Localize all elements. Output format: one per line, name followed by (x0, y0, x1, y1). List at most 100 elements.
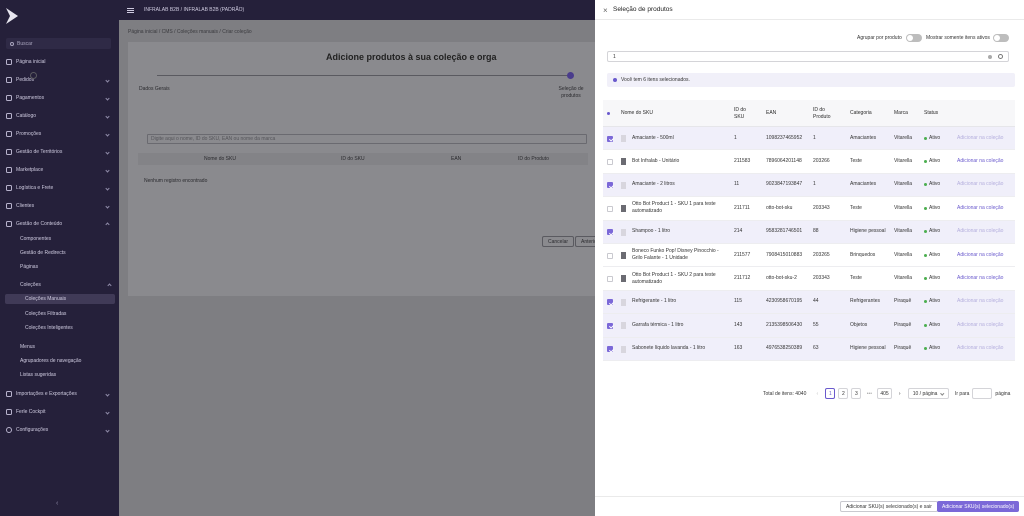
add-to-collection-link[interactable]: Adicionar na coleção (957, 197, 1003, 219)
sidebar-sub-label: Componentes (20, 236, 52, 242)
row-checkbox[interactable] (607, 276, 613, 283)
row-checkbox[interactable] (607, 322, 613, 329)
sidebar-item-logistics[interactable]: Logística e Frete (6, 182, 113, 194)
add-to-collection-link[interactable]: Adicionar na coleção (957, 244, 1003, 266)
sidebar-item-orders[interactable]: Pedidos (6, 74, 113, 86)
cart-icon (6, 77, 12, 83)
page-3-button[interactable]: 3 (851, 388, 862, 399)
add-selected-button[interactable]: Adicionar SKU(s) selecionado(s) (937, 501, 1020, 512)
cell-name: Otto Bot Product 1 - SKU 1 para teste au… (632, 201, 716, 215)
page-size-select[interactable]: 10 / página (907, 388, 949, 399)
table-row[interactable]: Otto Bot Product 1 - SKU 2 para teste au… (603, 267, 1015, 291)
table-row[interactable]: Garrafa térmica - 1 litro 143 213539850643… (603, 314, 1015, 338)
sidebar-sub-components[interactable]: Componentes (20, 234, 115, 244)
table-row[interactable]: Bot Infralab - Unitário 211583 78960642011… (603, 150, 1015, 174)
row-checkbox[interactable] (607, 229, 613, 236)
sidebar-sub-filtered-collections[interactable]: Coleções Filtradas (25, 309, 115, 319)
row-checkbox[interactable] (607, 252, 613, 259)
active-only-toggle[interactable] (993, 34, 1009, 42)
brand-logo[interactable] (6, 8, 18, 24)
row-checkbox[interactable] (607, 135, 613, 142)
select-all-indicator[interactable] (607, 100, 610, 127)
table-row[interactable]: Sabonete líquido lavanda - 1 litro 163 497… (603, 337, 1015, 361)
add-to-collection-link[interactable]: Adicionar na coleção (957, 338, 1003, 360)
drawer-footer-divider (595, 496, 1024, 497)
sidebar-item-label: Gestão de Conteúdo (16, 221, 63, 227)
page-ellipsis[interactable]: ••• (864, 388, 874, 399)
cell-ean: 9023847193847 (766, 181, 803, 188)
cell-sku-id: 214 (734, 228, 743, 235)
row-checkbox[interactable] (607, 346, 613, 353)
cell-product-id: 44 (813, 298, 819, 305)
close-icon[interactable]: × (603, 6, 608, 15)
sidebar-item-settings[interactable]: Configurações (6, 424, 113, 436)
row-checkbox[interactable] (607, 182, 613, 189)
sidebar-item-catalog[interactable]: Catálogo (6, 110, 113, 122)
search-icon[interactable] (998, 54, 1003, 59)
sidebar-sub-menus[interactable]: Menus (20, 342, 115, 352)
page-title: Adicione produtos à sua coleção e orga (326, 52, 497, 62)
sidebar-sub-label: Coleções Manuais (25, 296, 67, 302)
sidebar-search[interactable]: Buscar (6, 38, 111, 49)
chevron-down-icon (105, 427, 110, 433)
table-row[interactable]: Otto Bot Product 1 - SKU 1 para teste au… (603, 197, 1015, 221)
page-2-button[interactable]: 2 (838, 388, 849, 399)
store-selector[interactable]: INFRALAB B2B / INFRALAB B2B (PADRÃO) (144, 7, 244, 13)
prev-page-icon[interactable]: ‹ (812, 388, 822, 399)
sidebar-item-home[interactable]: Página inicial (6, 56, 113, 68)
add-selected-and-exit-button[interactable]: Adicionar SKU(s) selecionado(s) e sair (840, 501, 938, 512)
table-row[interactable]: Amaciante - 500ml 1 1098237465952 1 Amaciant… (603, 127, 1015, 151)
sidebar-item-promotions[interactable]: Promoções (6, 128, 113, 140)
sidebar-sub-smart-collections[interactable]: Coleções Inteligentes (25, 323, 115, 333)
add-to-collection-link[interactable]: Adicionar na coleção (957, 314, 1003, 336)
cell-product-id: 1 (813, 181, 816, 188)
cell-sku-id: 211583 (734, 158, 751, 165)
cell-category: Refrigerantes (850, 298, 881, 305)
chevron-down-icon (105, 113, 110, 119)
add-to-collection-link[interactable]: Adicionar na coleção (957, 127, 1003, 149)
next-page-icon[interactable]: › (895, 388, 905, 399)
sidebar-item-territories[interactable]: Gestão de Territórios (6, 146, 113, 158)
page-last-button[interactable]: 405 (877, 388, 892, 399)
collapse-sidebar-icon[interactable]: ‹ (56, 500, 58, 507)
sidebar-item-marketplace[interactable]: Marketplace (6, 164, 113, 176)
status-text: Ativo (929, 181, 941, 188)
sidebar-sub-pages[interactable]: Páginas (20, 262, 115, 272)
sidebar-item-content[interactable]: Gestão de Conteúdo (6, 218, 113, 230)
table-row[interactable]: Shampoo - 1 litro 214 9583281746501 88 Higie… (603, 220, 1015, 244)
goto-page-input[interactable] (972, 388, 993, 399)
add-to-collection-link[interactable]: Adicionar na coleção (957, 174, 1003, 196)
add-to-collection-link[interactable]: Adicionar na coleção (957, 221, 1003, 243)
sidebar-sub-suggested-lists[interactable]: Listas sugeridas (20, 370, 115, 380)
sidebar-sub-nav-groups[interactable]: Agrupadores de navegação (20, 356, 115, 366)
clear-icon[interactable] (988, 55, 992, 59)
add-to-collection-link[interactable]: Adicionar na coleção (957, 291, 1003, 313)
sidebar-sub-collections[interactable]: Coleções (20, 280, 115, 290)
row-checkbox[interactable] (607, 205, 613, 212)
add-to-collection-link[interactable]: Adicionar na coleção (957, 150, 1003, 172)
table-row[interactable]: Refrigerante - 1 litro 115 4230958670195 44… (603, 290, 1015, 315)
cell-ean: otto-bot-sku (766, 204, 793, 211)
sidebar-sub-manual-collections[interactable]: Coleções Manuais (5, 294, 115, 304)
sidebar-item-label: Promoções (16, 131, 42, 137)
group-by-product-toggle[interactable] (906, 34, 922, 42)
add-to-collection-link[interactable]: Adicionar na coleção (957, 267, 1003, 289)
table-row[interactable]: Boneco Funko Pop! Disney Pinocchio - Gri… (603, 244, 1015, 268)
status-text: Ativo (929, 228, 941, 235)
sidebar-sub-redirects[interactable]: Gestão de Redirects (20, 248, 115, 258)
sidebar-sub-label: Coleções (20, 282, 41, 288)
table-row[interactable]: Amaciante - 2 litros 11 9023847193847 1 Amac… (603, 173, 1015, 198)
row-checkbox[interactable] (607, 299, 613, 306)
product-search-input[interactable]: 1 (607, 51, 1009, 62)
step-done-icon (30, 72, 37, 79)
menu-icon[interactable] (127, 7, 134, 13)
sidebar-item-import-export[interactable]: Importações e Exportações (6, 388, 113, 400)
page-1-button[interactable]: 1 (825, 388, 836, 399)
sidebar-item-cockpit[interactable]: Ferle Cockpit (6, 406, 113, 418)
sidebar-item-clients[interactable]: Clientes (6, 200, 113, 212)
row-checkbox[interactable] (607, 159, 613, 166)
product-thumbnail (621, 135, 626, 142)
sidebar-item-payments[interactable]: Pagamentos (6, 92, 113, 104)
chevron-down-icon (105, 391, 110, 397)
background-search-input: Digite aqui o nome, ID do SKU, EAN ou no… (147, 134, 587, 144)
